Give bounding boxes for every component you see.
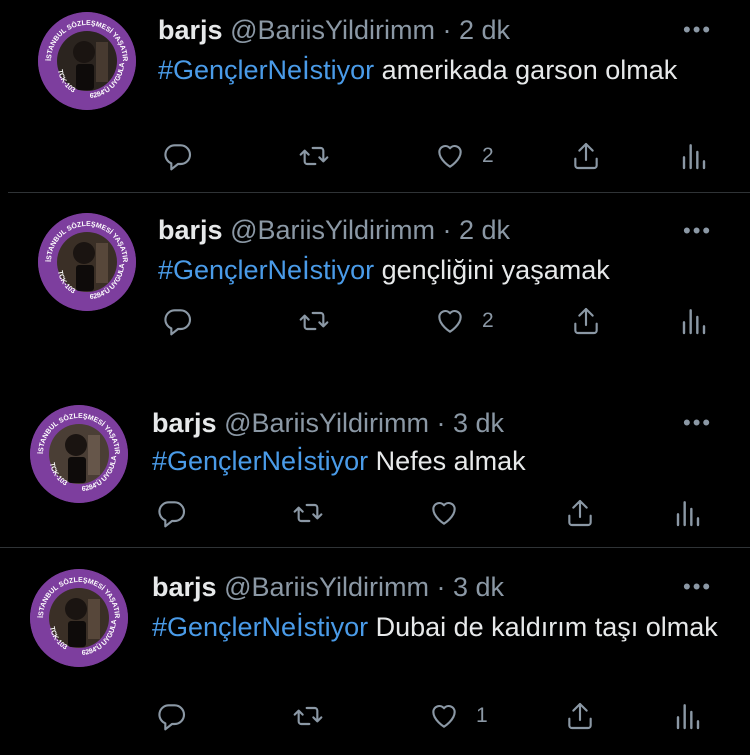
like-heart-icon (432, 704, 456, 728)
separator-dot: · (436, 408, 446, 438)
tweet-text-content: amerikada garson olmak (374, 55, 678, 85)
retweet-button[interactable] (292, 497, 324, 529)
like-button[interactable]: 2 (434, 140, 494, 172)
tweet-text-content: gençliğini yaşamak (374, 255, 610, 285)
more-horizontal-icon[interactable]: ••• (683, 220, 712, 242)
separator-dot: · (442, 215, 452, 245)
retweet-button[interactable] (292, 700, 324, 732)
timestamp[interactable]: 2 dk (459, 215, 510, 245)
like-heart-icon (438, 309, 462, 333)
reply-button[interactable] (156, 497, 188, 529)
share-button[interactable] (570, 140, 602, 172)
retweet-icon (293, 503, 323, 523)
tweet-header: barjs @BariisYildirimm · 2 dk (158, 14, 510, 46)
tweet-header: barjs @BariisYildirimm · 3 dk (152, 571, 504, 603)
more-horizontal-icon[interactable]: ••• (683, 576, 712, 598)
retweet-button[interactable] (298, 140, 330, 172)
timestamp[interactable]: 3 dk (453, 572, 504, 602)
display-name[interactable]: barjs (158, 15, 223, 45)
reply-icon (158, 704, 186, 731)
avatar[interactable]: İSTANBUL SÖZLEŞMESİ YAŞATIR TCK-103 6284… (38, 213, 136, 311)
tweet-text-content: Dubai de kaldırım taşı olmak (368, 612, 718, 642)
reply-icon (164, 144, 192, 171)
tweet[interactable]: İSTANBUL SÖZLEŞMESİ YAŞATIR TCK-103 6284… (0, 0, 750, 192)
share-button[interactable] (564, 497, 596, 529)
reply-icon (164, 309, 192, 336)
analytics-button[interactable] (670, 497, 702, 529)
hashtag-link[interactable]: #GençlerNeİstiyor (158, 255, 374, 285)
avatar-image: İSTANBUL SÖZLEŞMESİ YAŞATIR TCK-103 6284… (38, 213, 136, 311)
tweet-actions (152, 497, 718, 537)
reply-button[interactable] (162, 140, 194, 172)
analytics-icon (676, 704, 700, 730)
retweet-icon (299, 311, 329, 331)
avatar-image: İSTANBUL SÖZLEŞMESİ YAŞATIR TCK-103 6284… (30, 405, 128, 503)
analytics-icon (682, 144, 706, 170)
avatar-image: İSTANBUL SÖZLEŞMESİ YAŞATIR TCK-103 6284… (38, 12, 136, 110)
like-button[interactable] (428, 497, 476, 529)
more-horizontal-icon[interactable]: ••• (683, 412, 712, 434)
share-icon (568, 499, 592, 527)
user-handle[interactable]: @BariisYildirimm (224, 408, 429, 438)
user-handle[interactable]: @BariisYildirimm (230, 215, 435, 245)
like-count: 1 (476, 704, 488, 727)
user-handle[interactable]: @BariisYildirimm (224, 572, 429, 602)
display-name[interactable]: barjs (152, 572, 217, 602)
separator-dot: · (442, 15, 452, 45)
tweet-actions: 1 (152, 700, 718, 740)
tweet-text: #GençlerNeİstiyor gençliğini yaşamak (158, 251, 728, 290)
tweet-header: barjs @BariisYildirimm · 2 dk (158, 214, 510, 246)
share-button[interactable] (570, 305, 602, 337)
hashtag-link[interactable]: #GençlerNeİstiyor (152, 612, 368, 642)
tweet-text: #GençlerNeİstiyor Dubai de kaldırım taşı… (152, 608, 722, 647)
display-name[interactable]: barjs (158, 215, 223, 245)
reply-button[interactable] (162, 305, 194, 337)
like-count: 2 (482, 309, 494, 332)
tweet-actions: 2 (158, 140, 718, 180)
retweet-icon (293, 706, 323, 726)
analytics-button[interactable] (676, 305, 708, 337)
analytics-icon (676, 501, 700, 527)
analytics-button[interactable] (670, 700, 702, 732)
user-handle[interactable]: @BariisYildirimm (230, 15, 435, 45)
retweet-button[interactable] (298, 305, 330, 337)
tweet[interactable]: İSTANBUL SÖZLEŞMESİ YAŞATIR TCK-103 6284… (0, 548, 750, 755)
reply-button[interactable] (156, 700, 188, 732)
tweet-text: #GençlerNeİstiyor Nefes almak (152, 442, 722, 481)
tweet-actions: 2 (158, 305, 718, 345)
share-icon (574, 307, 598, 335)
tweet-text: #GençlerNeİstiyor amerikada garson olmak (158, 51, 698, 90)
avatar[interactable]: İSTANBUL SÖZLEŞMESİ YAŞATIR TCK-103 6284… (30, 569, 128, 667)
display-name[interactable]: barjs (152, 408, 217, 438)
like-heart-icon (438, 144, 462, 168)
avatar-image: İSTANBUL SÖZLEŞMESİ YAŞATIR TCK-103 6284… (30, 569, 128, 667)
share-icon (574, 142, 598, 170)
like-button[interactable]: 1 (428, 700, 488, 732)
timestamp[interactable]: 2 dk (459, 15, 510, 45)
reply-icon (158, 501, 186, 528)
tweet[interactable]: İSTANBUL SÖZLEŞMESİ YAŞATIR TCK-103 6284… (0, 395, 750, 547)
avatar[interactable]: İSTANBUL SÖZLEŞMESİ YAŞATIR TCK-103 6284… (30, 405, 128, 503)
hashtag-link[interactable]: #GençlerNeİstiyor (152, 446, 368, 476)
timestamp[interactable]: 3 dk (453, 408, 504, 438)
analytics-icon (682, 309, 706, 335)
share-button[interactable] (564, 700, 596, 732)
tweet-header: barjs @BariisYildirimm · 3 dk (152, 407, 504, 439)
analytics-button[interactable] (676, 140, 708, 172)
like-count: 2 (482, 144, 494, 167)
avatar[interactable]: İSTANBUL SÖZLEŞMESİ YAŞATIR TCK-103 6284… (38, 12, 136, 110)
like-button[interactable]: 2 (434, 305, 494, 337)
like-heart-icon (432, 501, 456, 525)
share-icon (568, 702, 592, 730)
separator-dot: · (436, 572, 446, 602)
tweet-text-content: Nefes almak (368, 446, 526, 476)
retweet-icon (299, 146, 329, 166)
hashtag-link[interactable]: #GençlerNeİstiyor (158, 55, 374, 85)
more-horizontal-icon[interactable]: ••• (683, 19, 712, 41)
tweet[interactable]: İSTANBUL SÖZLEŞMESİ YAŞATIR TCK-103 6284… (0, 193, 750, 365)
